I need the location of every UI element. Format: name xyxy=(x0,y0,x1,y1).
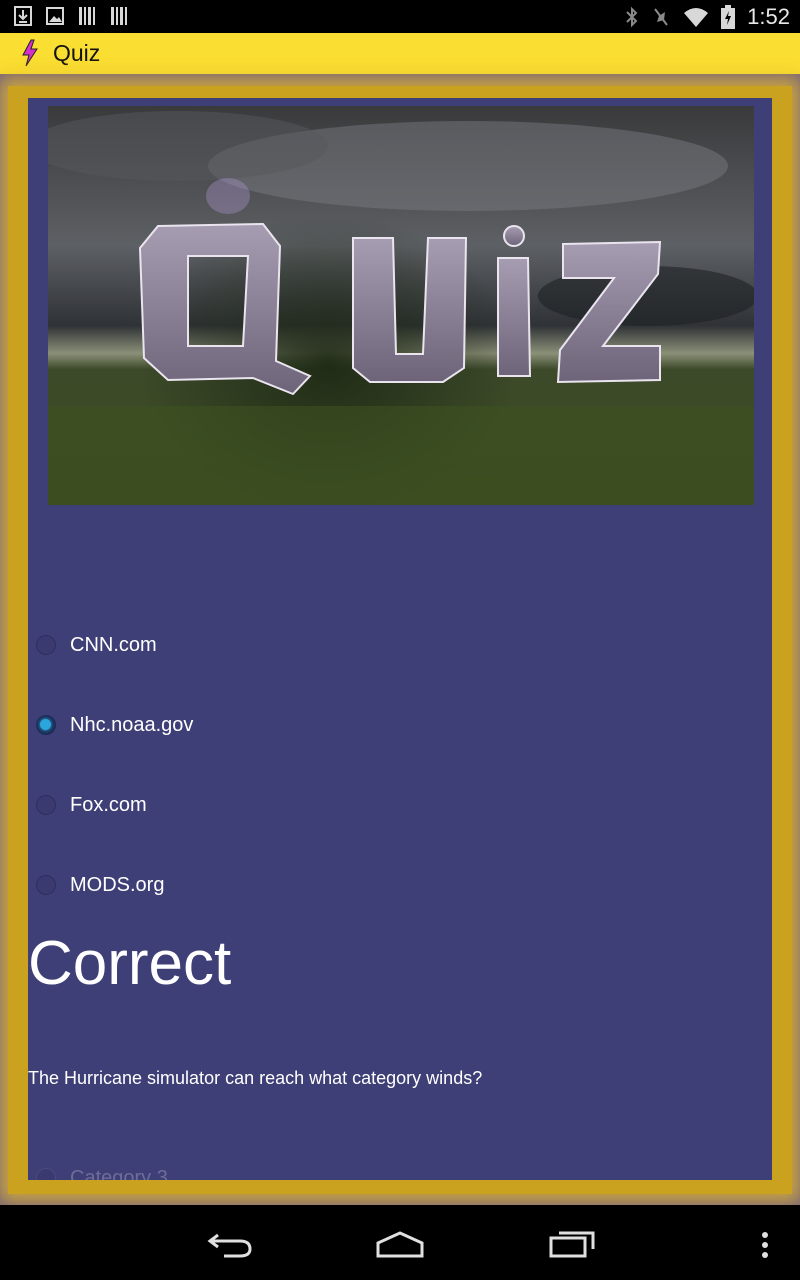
result-text: Correct xyxy=(28,929,232,998)
lightning-bolt-icon[interactable] xyxy=(20,39,40,67)
back-icon[interactable] xyxy=(206,1229,254,1259)
navigation-bar xyxy=(0,1205,800,1280)
next-options-clip: Category 3 xyxy=(28,1150,772,1180)
image-icon xyxy=(46,7,64,25)
recent-apps-icon[interactable] xyxy=(548,1229,596,1259)
status-clock: 1:52 xyxy=(747,4,790,29)
bluetooth-icon xyxy=(626,6,638,28)
radio-button[interactable] xyxy=(36,1168,56,1180)
answer-option-mods[interactable]: MODS.org xyxy=(36,865,164,905)
download-icon xyxy=(14,6,32,26)
radio-button[interactable] xyxy=(36,635,56,655)
radio-button[interactable] xyxy=(36,795,56,815)
home-icon[interactable] xyxy=(375,1231,425,1259)
app-title: Quiz xyxy=(53,40,101,66)
answer-label: MODS.org xyxy=(70,873,165,896)
answer-label: Fox.com xyxy=(70,793,147,816)
answer-option-nhc[interactable]: Nhc.noaa.gov xyxy=(36,705,193,745)
battery-icon xyxy=(721,5,736,29)
answer-label: Nhc.noaa.gov xyxy=(70,713,194,736)
system-icons: 1:52 xyxy=(625,4,790,30)
mute-icon xyxy=(654,8,668,26)
answer-option-category-3[interactable]: Category 3 xyxy=(36,1158,168,1180)
wifi-icon xyxy=(684,8,709,27)
barcode-icon xyxy=(79,7,95,25)
overflow-menu-icon[interactable] xyxy=(759,1231,771,1261)
radio-button[interactable] xyxy=(36,875,56,895)
answer-option-cnn[interactable]: CNN.com xyxy=(36,625,157,665)
status-bar: 1:52 xyxy=(0,0,800,33)
notification-icons xyxy=(14,6,128,26)
radio-button-checked[interactable] xyxy=(36,715,56,735)
answer-label: CNN.com xyxy=(70,633,157,656)
barcode-icon xyxy=(111,7,127,25)
quiz-banner-image xyxy=(48,106,754,505)
action-bar: Quiz xyxy=(0,33,800,74)
answer-option-fox[interactable]: Fox.com xyxy=(36,785,147,825)
question-text: The Hurricane simulator can reach what c… xyxy=(28,1068,483,1088)
answer-label: Category 3 xyxy=(70,1166,168,1181)
